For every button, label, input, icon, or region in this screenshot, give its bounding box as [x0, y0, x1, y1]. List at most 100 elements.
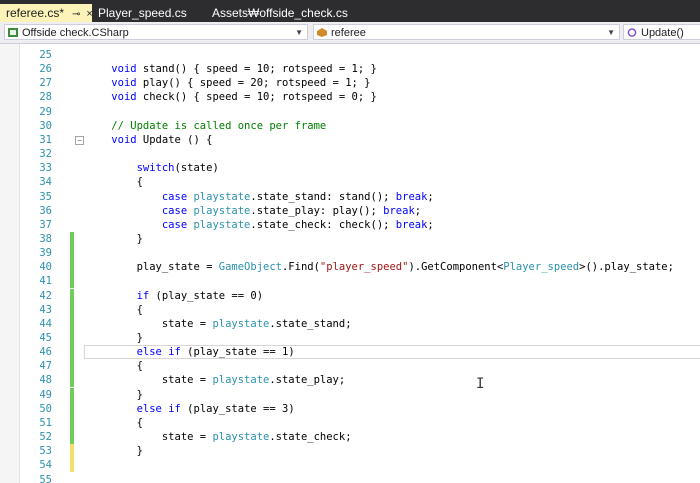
- code-line[interactable]: 32: [0, 147, 700, 161]
- code-line[interactable]: 53 }: [0, 444, 700, 459]
- code-line[interactable]: 40 play_state = GameObject.Find("player_…: [0, 260, 700, 275]
- line-number: 45: [39, 332, 52, 344]
- code-line[interactable]: 51 {: [0, 415, 700, 430]
- line-number: 41: [39, 275, 52, 288]
- saved-change-marker: [70, 302, 74, 317]
- project-dropdown[interactable]: Offside check.CSharp ▼: [4, 24, 308, 40]
- code-text: }: [86, 232, 143, 245]
- code-text: play_state = GameObject.Find("player_spe…: [86, 261, 674, 274]
- line-number: 42: [39, 289, 52, 302]
- line-number: 34: [39, 176, 52, 189]
- line-number: 25: [39, 49, 52, 61]
- code-line[interactable]: 39: [0, 246, 700, 261]
- saved-change-marker: [70, 359, 74, 374]
- saved-change-marker: [70, 316, 74, 331]
- saved-change-marker: [70, 373, 74, 388]
- tab-player-speed-cs[interactable]: Player_speed.cs: [92, 4, 202, 22]
- code-line[interactable]: 42 if (play_state == 0): [0, 288, 700, 303]
- saved-change-marker: [70, 288, 74, 303]
- code-line[interactable]: 38 }: [0, 231, 700, 246]
- code-text: else if (play_state == 1): [136, 346, 295, 359]
- line-number: 51: [39, 416, 52, 429]
- saved-change-marker: [70, 387, 74, 402]
- code-line[interactable]: 37 case playstate.state_check: check(); …: [0, 218, 700, 232]
- code-line[interactable]: 54: [0, 458, 700, 473]
- line-number: 37: [39, 218, 52, 231]
- code-line[interactable]: 50 else if (play_state == 3): [0, 401, 700, 416]
- saved-change-marker: [70, 231, 74, 246]
- code-text: if (play_state == 0): [136, 289, 264, 302]
- code-line[interactable]: 29: [0, 105, 700, 119]
- code-line[interactable]: 47 {: [0, 359, 700, 374]
- class-name: referee: [331, 27, 366, 39]
- code-line[interactable]: 45 }: [0, 331, 700, 345]
- code-line[interactable]: 28 void check() { speed = 10; rotspeed =…: [0, 90, 700, 104]
- line-number: 53: [39, 445, 52, 458]
- line-number: 52: [39, 431, 52, 444]
- code-line[interactable]: 25: [0, 48, 700, 62]
- code-text: case playstate.state_stand: stand(); bre…: [161, 190, 434, 203]
- saved-change-marker: [70, 430, 74, 445]
- code-line[interactable]: 36 case playstate.state_play: play(); br…: [0, 204, 700, 218]
- line-number: 29: [39, 105, 52, 118]
- code-line[interactable]: 49 }: [0, 387, 700, 402]
- class-dropdown[interactable]: referee ▼: [313, 24, 620, 40]
- code-line[interactable]: 48 state = playstate.state_play;: [0, 373, 700, 388]
- unsaved-change-marker: [70, 458, 74, 473]
- line-number: 28: [39, 91, 52, 104]
- document-tab-bar: referee.cs* ⊸ × Player_speed.cs Assets₩off…: [0, 0, 700, 22]
- line-number: 44: [39, 317, 52, 330]
- line-number: 49: [39, 388, 52, 401]
- member-dropdown[interactable]: Update(): [623, 24, 700, 40]
- code-editor[interactable]: 25 26 void stand() { speed = 10; rotspeed…: [0, 44, 700, 483]
- chevron-down-icon: ▼: [295, 28, 303, 37]
- code-line[interactable]: 27 void play() { speed = 20; rotspeed = …: [0, 76, 700, 90]
- text-cursor-icon: I: [476, 376, 485, 392]
- code-line[interactable]: 41: [0, 274, 700, 289]
- line-number: 27: [39, 77, 52, 90]
- code-line[interactable]: 30 // Update is called once per frame: [0, 119, 700, 133]
- line-number: 46: [39, 346, 52, 359]
- code-line[interactable]: 33 switch(state): [0, 161, 700, 175]
- line-number: 54: [39, 459, 52, 472]
- tab-label: referee.cs*: [6, 6, 65, 20]
- code-text: state = playstate.state_stand;: [86, 317, 352, 330]
- code-text: void check() { speed = 10; rotspeed = 0;…: [111, 91, 377, 104]
- code-text: }: [86, 388, 143, 401]
- method-icon: [627, 28, 637, 37]
- code-line[interactable]: 31 − void Update () {: [0, 133, 700, 147]
- code-line[interactable]: 55: [0, 473, 700, 483]
- code-text: {: [86, 416, 143, 429]
- tab-referee-cs[interactable]: referee.cs* ⊸ ×: [0, 4, 93, 22]
- chevron-down-icon: ▼: [607, 28, 615, 37]
- code-line[interactable]: 46 else if (play_state == 1): [0, 345, 700, 360]
- navigation-bar: Offside check.CSharp ▼ referee ▼ Update(…: [0, 22, 700, 44]
- line-number: 47: [39, 360, 52, 373]
- line-number: 40: [39, 261, 52, 274]
- collapse-icon[interactable]: −: [75, 135, 84, 145]
- code-text: {: [86, 360, 143, 373]
- code-text: {: [86, 303, 143, 316]
- code-line[interactable]: 44 state = playstate.state_stand;: [0, 316, 700, 331]
- saved-change-marker: [70, 415, 74, 430]
- pin-icon[interactable]: ⊸: [72, 9, 80, 20]
- code-line[interactable]: 35 case playstate.state_stand: stand(); …: [0, 190, 700, 204]
- tab-offside-check-cs[interactable]: Assets₩offside_check.cs: [206, 4, 356, 22]
- saved-change-marker: [70, 246, 74, 261]
- saved-change-marker: [70, 345, 74, 360]
- line-number: 55: [39, 473, 52, 483]
- unsaved-change-marker: [70, 444, 74, 459]
- csharp-project-icon: [8, 28, 18, 37]
- code-line[interactable]: 52 state = playstate.state_check;: [0, 430, 700, 445]
- member-name: Update(): [641, 27, 684, 39]
- code-line[interactable]: 43 {: [0, 302, 700, 317]
- line-number: 48: [39, 374, 52, 387]
- saved-change-marker: [70, 274, 74, 289]
- tab-label: Assets₩offside_check.cs: [212, 6, 348, 20]
- code-line[interactable]: 34 {: [0, 175, 700, 189]
- code-text: void stand() { speed = 10; rotspeed = 1;…: [111, 63, 377, 76]
- line-number: 26: [39, 63, 52, 76]
- code-text: // Update is called once per frame: [111, 119, 327, 132]
- code-line[interactable]: 26 void stand() { speed = 10; rotspeed =…: [0, 62, 700, 76]
- code-text: void Update () {: [111, 133, 213, 146]
